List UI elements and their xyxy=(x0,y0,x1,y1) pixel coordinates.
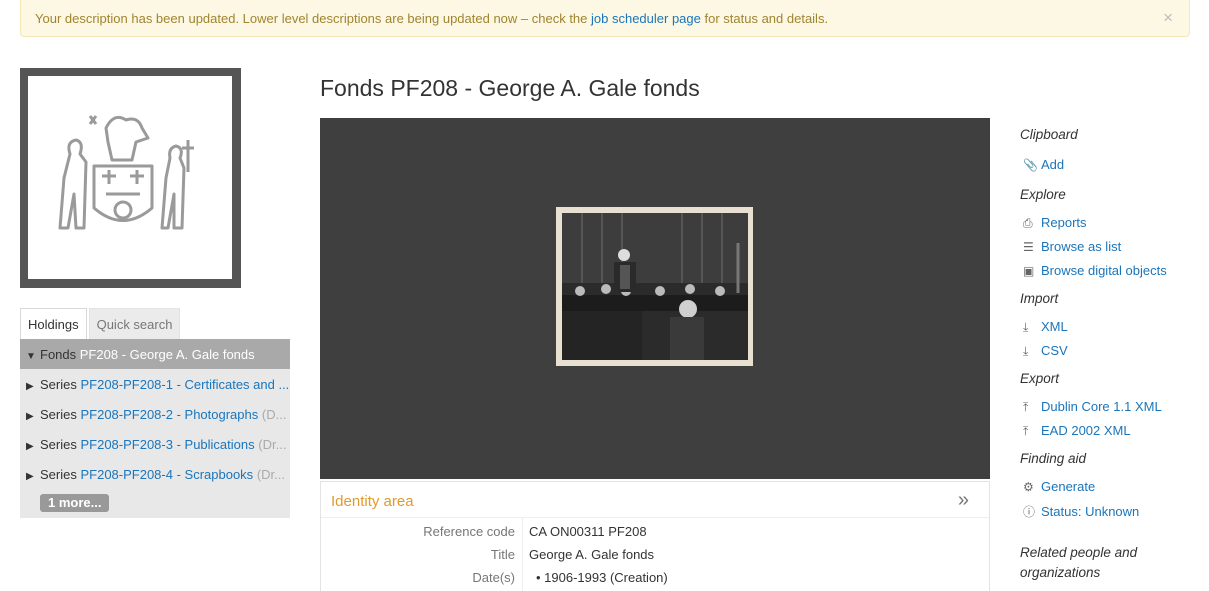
photo-content xyxy=(562,213,748,360)
status-link[interactable]: ⓘ Status: Unknown xyxy=(1023,503,1139,520)
tree-node[interactable]: ▶ Series PF208-PF208-4 - Scrapbooks (Dr..… xyxy=(20,459,290,489)
upload-icon: ⤒ xyxy=(1023,424,1029,438)
identity-area: Identity area » Reference code CA ON0031… xyxy=(320,481,990,591)
clipboard-heading: Clipboard xyxy=(1020,127,1078,142)
clipboard-add-link[interactable]: 📎 Add xyxy=(1023,157,1064,172)
tree-node-link[interactable]: PF208-PF208-4 - Scrapbooks xyxy=(80,467,253,482)
field-value: • 1906-1993 (Creation) xyxy=(536,570,668,585)
field-label: Title xyxy=(490,547,515,562)
tree-level: Fonds xyxy=(40,347,77,362)
field-value: CA ON00311 PF208 xyxy=(529,524,647,539)
export-ead-label: EAD 2002 XML xyxy=(1041,423,1131,438)
more-button[interactable]: 1 more... xyxy=(40,494,110,512)
finding-aid-heading: Finding aid xyxy=(1020,451,1087,466)
coat-of-arms-logo xyxy=(58,115,194,230)
reports-link[interactable]: ⎙ Reports xyxy=(1023,215,1087,231)
clipboard-add-label: Add xyxy=(1041,157,1065,172)
status-label: Status: Unknown xyxy=(1041,504,1140,519)
tree-node[interactable]: ▶ Series PF208-PF208-2 - Photographs (D..… xyxy=(20,399,290,429)
generate-link[interactable]: ⚙ Generate xyxy=(1023,479,1095,494)
caret-right-icon[interactable]: ▶ xyxy=(26,441,40,452)
print-icon: ⎙ xyxy=(1023,216,1033,230)
tree-level: Series xyxy=(40,437,77,452)
tab-holdings[interactable]: Holdings xyxy=(20,308,87,339)
export-ead-link[interactable]: ⤒ EAD 2002 XML xyxy=(1023,423,1131,439)
close-icon[interactable]: × xyxy=(1163,8,1173,28)
browse-digital-link[interactable]: ▣ Browse digital objects xyxy=(1023,263,1167,278)
tree-node-link[interactable]: PF208-PF208-3 - Publications xyxy=(80,437,254,452)
paperclip-icon: 📎 xyxy=(1023,158,1038,172)
field-value: George A. Gale fonds xyxy=(529,547,655,562)
field-label: Reference code xyxy=(423,524,515,539)
tree-level: Series xyxy=(40,467,77,482)
download-icon: ⤓ xyxy=(1023,320,1029,334)
tree-node-link[interactable]: PF208-PF208-2 - Photographs xyxy=(80,407,258,422)
repository-logo[interactable] xyxy=(20,68,241,288)
caret-right-icon[interactable]: ▶ xyxy=(26,471,40,482)
related-heading-line1: Related people and xyxy=(1020,545,1138,560)
import-xml-link[interactable]: ⤓ XML xyxy=(1023,319,1068,335)
tree-node-status: (Dr... xyxy=(258,437,287,452)
identity-area-header[interactable]: Identity area » xyxy=(321,482,989,518)
photo-illustration xyxy=(562,213,748,360)
export-dc-label: Dublin Core 1.1 XML xyxy=(1041,399,1162,414)
export-heading: Export xyxy=(1020,371,1060,386)
tree-level: Series xyxy=(40,377,77,392)
upload-icon: ⤒ xyxy=(1023,400,1029,414)
import-csv-label: CSV xyxy=(1041,343,1068,358)
alert-text-after: for status and details. xyxy=(700,11,829,26)
tree-node-link[interactable]: PF208-PF208-1 - Certificates and ... xyxy=(80,377,289,392)
info-icon: ⓘ xyxy=(1023,505,1036,519)
browse-list-link[interactable]: ☰ Browse as list xyxy=(1023,239,1121,254)
field-reference-code: Reference code CA ON00311 PF208 xyxy=(321,518,989,541)
caret-down-icon[interactable]: ▼ xyxy=(26,351,40,362)
field-title: Title George A. Gale fonds xyxy=(321,541,989,564)
export-dc-link[interactable]: ⤒ Dublin Core 1.1 XML xyxy=(1023,399,1162,415)
import-heading: Import xyxy=(1020,291,1059,306)
browse-digital-label: Browse digital objects xyxy=(1041,263,1167,278)
download-icon: ⤓ xyxy=(1023,344,1029,358)
page-title: Fonds PF208 - George A. Gale fonds xyxy=(320,75,700,101)
alert-text-before: Your description has been updated. Lower… xyxy=(35,11,592,26)
field-label: Date(s) xyxy=(472,570,515,585)
tree-node[interactable]: ▶ Series PF208-PF208-3 - Publications (Dr… xyxy=(20,429,290,459)
tree-level: Series xyxy=(40,407,77,422)
tab-quick-search[interactable]: Quick search xyxy=(88,308,181,339)
related-heading-line2: organizations xyxy=(1020,565,1101,580)
tree-node-status: (D... xyxy=(261,407,287,422)
update-alert: Your description has been updated. Lower… xyxy=(20,0,1190,37)
cogs-icon: ⚙ xyxy=(1023,480,1034,494)
tree-node[interactable]: ▶ Series PF208-PF208-1 - Certificates and… xyxy=(20,369,290,399)
tree-node-status: (Dr... xyxy=(256,467,285,482)
tree-root-node[interactable]: ▼ Fonds PF208 - George A. Gale fonds xyxy=(20,339,290,369)
digital-object-viewer xyxy=(320,118,990,479)
image-icon: ▣ xyxy=(1023,264,1035,278)
caret-right-icon[interactable]: ▶ xyxy=(26,381,40,392)
double-chevron-icon[interactable]: » xyxy=(958,489,969,512)
explore-heading: Explore xyxy=(1020,187,1066,202)
holdings-tree: ▼ Fonds PF208 - George A. Gale fonds ▶ Ser… xyxy=(20,339,290,518)
digital-object-image[interactable] xyxy=(556,207,753,366)
field-dates: Date(s) • 1906-1993 (Creation) xyxy=(321,564,989,587)
job-scheduler-link[interactable]: job scheduler page xyxy=(591,11,701,26)
generate-label: Generate xyxy=(1041,479,1096,494)
identity-area-heading: Identity area xyxy=(331,493,414,510)
list-icon: ☰ xyxy=(1023,240,1034,254)
import-xml-label: XML xyxy=(1041,319,1068,334)
caret-right-icon[interactable]: ▶ xyxy=(26,411,40,422)
browse-list-label: Browse as list xyxy=(1041,239,1122,254)
reports-label: Reports xyxy=(1041,215,1087,230)
import-csv-link[interactable]: ⤓ CSV xyxy=(1023,343,1068,359)
tree-tabs: Holdings Quick search xyxy=(20,308,182,339)
tree-root-title[interactable]: PF208 - George A. Gale fonds xyxy=(80,347,255,362)
